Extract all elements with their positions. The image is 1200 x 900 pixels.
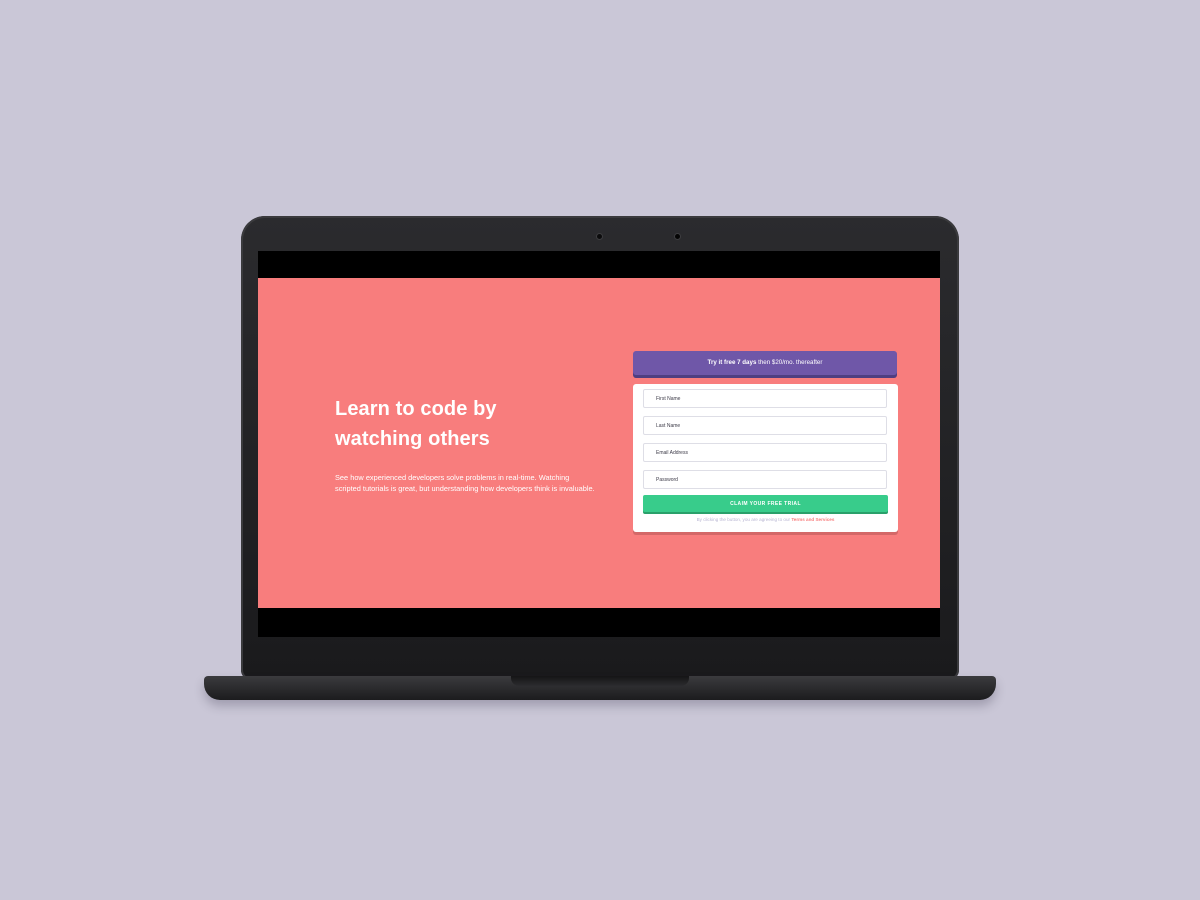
camera-lens-icon — [597, 234, 602, 239]
laptop-lid: Learn to code by watching others See how… — [241, 216, 959, 680]
camera-sensor-icon — [675, 234, 680, 239]
laptop-base — [204, 676, 996, 700]
password-input[interactable] — [643, 470, 887, 489]
claim-trial-button[interactable]: CLAIM YOUR FREE TRIAL — [643, 495, 888, 512]
free-trial-banner-rest: then $20/mo. thereafter — [756, 359, 823, 366]
hero-description: See how experienced developers solve pro… — [335, 473, 595, 493]
last-name-input[interactable] — [643, 416, 887, 435]
free-trial-banner: Try it free 7 days then $20/mo. thereaft… — [633, 351, 897, 375]
terms-link[interactable]: Terms and Services — [791, 517, 834, 522]
first-name-input[interactable] — [643, 389, 887, 408]
laptop-screen: Learn to code by watching others See how… — [258, 251, 940, 637]
terms-prefix: By clicking the button, you are agreeing… — [696, 517, 792, 522]
free-trial-banner-bold: Try it free 7 days — [707, 359, 757, 366]
hero-section: Learn to code by watching others See how… — [258, 278, 940, 608]
email-input[interactable] — [643, 443, 887, 462]
signup-form: CLAIM YOUR FREE TRIAL By clicking the bu… — [633, 384, 898, 532]
hero-title: Learn to code by watching others — [335, 398, 497, 450]
terms-notice: By clicking the button, you are agreeing… — [633, 517, 898, 522]
laptop-base-notch — [511, 676, 689, 686]
